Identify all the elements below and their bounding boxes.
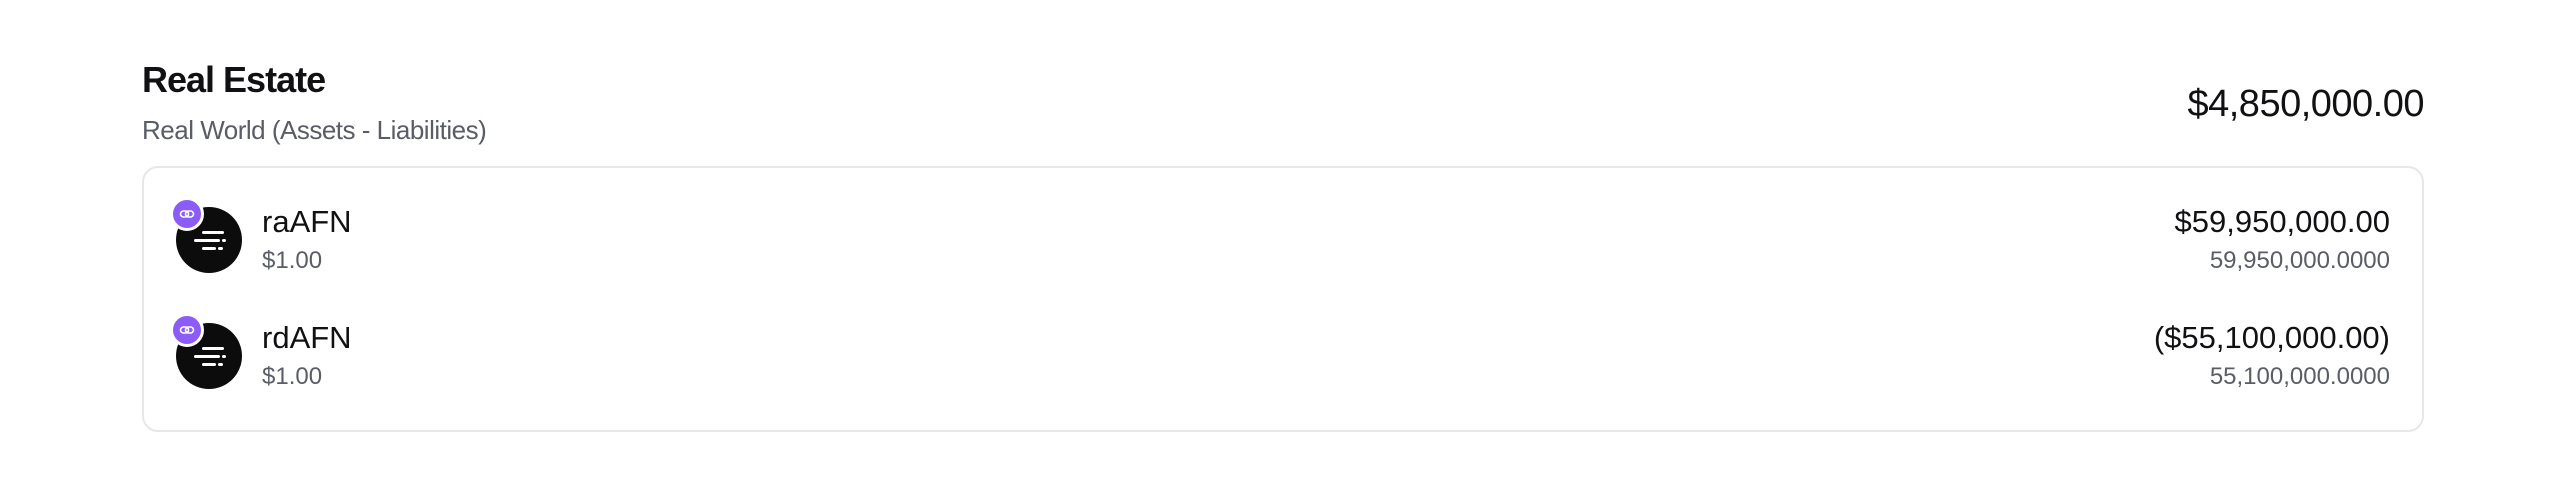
- token-lines-glyph: [194, 231, 226, 250]
- holding-value: ($55,100,000.00): [2153, 320, 2390, 355]
- holding-right: ($55,100,000.00) 55,100,000.0000: [2154, 319, 2390, 393]
- link-chain-icon: [170, 197, 204, 231]
- section-heading: Real Estate Real World (Assets - Liabili…: [142, 56, 487, 150]
- token-price: $1.00: [262, 247, 323, 274]
- holding-left: raAFN $1.00: [170, 197, 352, 277]
- token-info: rdAFN $1.00: [262, 319, 352, 393]
- holding-left: rdAFN $1.00: [170, 313, 352, 393]
- section-total-value: $4,850,000.00: [2187, 83, 2424, 125]
- holding-right: $59,950,000.00 59,950,000.0000: [2175, 203, 2391, 277]
- section-title: Real Estate: [142, 59, 326, 100]
- holding-row[interactable]: rdAFN $1.00 ($55,100,000.00) 55,100,000.…: [170, 298, 2390, 414]
- token-info: raAFN $1.00: [262, 203, 352, 277]
- holding-value: $59,950,000.00: [2174, 204, 2391, 239]
- token-price: $1.00: [262, 363, 323, 390]
- holding-amount: 59,950,000.0000: [2209, 247, 2390, 274]
- token-name: raAFN: [262, 204, 352, 239]
- token-lines-glyph: [194, 347, 226, 366]
- token-logo-icon: [170, 197, 242, 273]
- real-estate-section: Real Estate Real World (Assets - Liabili…: [142, 56, 2424, 432]
- holdings-card: raAFN $1.00 $59,950,000.00 59,950,000.00…: [142, 166, 2424, 432]
- token-logo-icon: [170, 313, 242, 389]
- link-chain-icon: [170, 313, 204, 347]
- holding-amount: 55,100,000.0000: [2209, 363, 2390, 390]
- token-name: rdAFN: [262, 320, 352, 355]
- section-header: Real Estate Real World (Assets - Liabili…: [142, 56, 2424, 166]
- section-subtitle: Real World (Assets - Liabilities): [142, 115, 487, 145]
- holding-row[interactable]: raAFN $1.00 $59,950,000.00 59,950,000.00…: [170, 182, 2391, 298]
